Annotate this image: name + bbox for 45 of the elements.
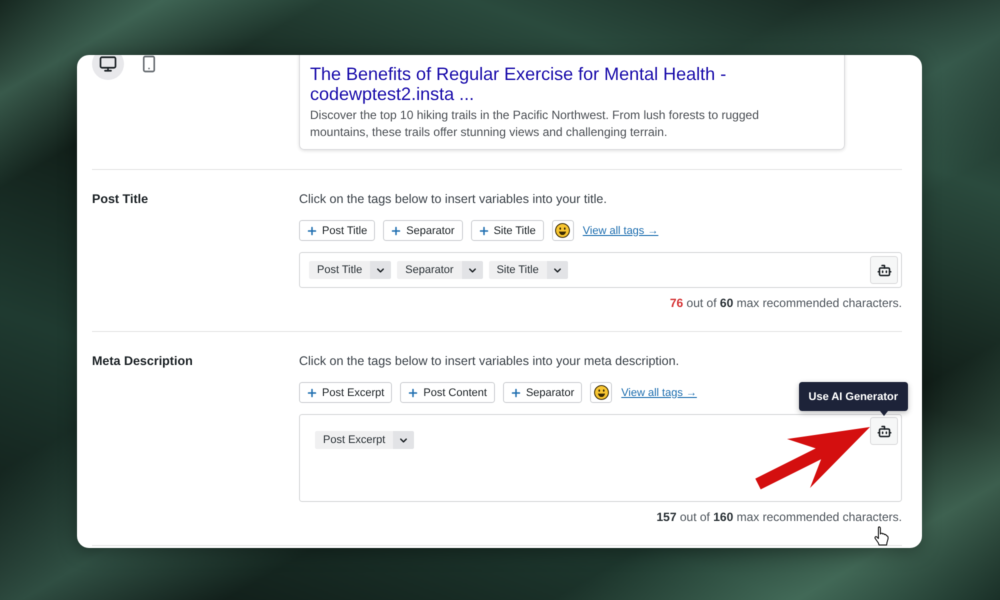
ai-generate-button[interactable] (870, 417, 898, 445)
smiley-icon (594, 385, 609, 400)
character-counter: 76 out of 60 max recommended characters. (670, 295, 902, 311)
add-tag-button[interactable]: Post Title (299, 220, 376, 241)
add-tag-button[interactable]: Site Title (470, 220, 544, 241)
smartphone-icon (140, 55, 158, 73)
emoji-button[interactable] (590, 382, 612, 403)
variable-tag[interactable]: Separator (397, 261, 483, 279)
emoji-button[interactable] (552, 220, 574, 241)
view-all-tags-link[interactable]: View all tags → (621, 386, 697, 398)
preview-title: The Benefits of Regular Exercise for Mental Health - codewptest2.insta ... (310, 64, 728, 104)
section-hint: Click on the tags below to insert variables into your meta description. (299, 353, 680, 370)
plus-icon (510, 386, 522, 398)
tag-menu-button[interactable] (370, 261, 392, 279)
ai-generate-button[interactable] (870, 256, 898, 284)
plus-icon (306, 224, 318, 236)
smiley-icon (555, 223, 570, 238)
monitor-icon (99, 55, 117, 73)
plus-icon (478, 224, 490, 236)
robot-icon (876, 262, 892, 278)
tag-menu-button[interactable] (546, 261, 568, 279)
preview-description: Discover the top 10 hiking trails in the Pacific Northwest. From lush forests to rugged mountains, these trails offer stunning views and challenging terrain. (310, 107, 760, 141)
tooltip-pointer-icon (880, 411, 888, 416)
variable-tag[interactable]: Site Title (488, 261, 568, 279)
section-label: Meta Description (92, 353, 193, 370)
add-tag-button[interactable]: Post Content (400, 382, 495, 403)
desktop-view-button[interactable] (92, 55, 124, 80)
character-counter: 157 out of 160 max recommended characters. (656, 509, 902, 525)
add-tag-button[interactable]: Post Excerpt (299, 382, 392, 403)
section-label: Post Title (92, 191, 148, 208)
plus-icon (390, 224, 402, 236)
variable-tag[interactable]: Post Excerpt (315, 431, 414, 449)
plus-icon (407, 386, 420, 398)
section-hint: Click on the tags below to insert variables into your title. (299, 191, 607, 208)
tag-menu-button[interactable] (393, 431, 414, 449)
add-tag-button[interactable]: Separator (502, 382, 582, 403)
robot-icon (876, 424, 892, 438)
tag-menu-button[interactable] (462, 261, 483, 279)
annotation-arrow-icon (755, 427, 872, 490)
variable-tag[interactable]: Post Title (309, 261, 392, 279)
tag-input-field[interactable]: Post Title Separator Site Title (299, 252, 902, 288)
tooltip: Use AI Generator (798, 382, 908, 411)
add-tag-button[interactable]: Separator (383, 220, 463, 241)
plus-icon (306, 386, 318, 398)
view-all-tags-link[interactable]: View all tags → (582, 224, 658, 236)
